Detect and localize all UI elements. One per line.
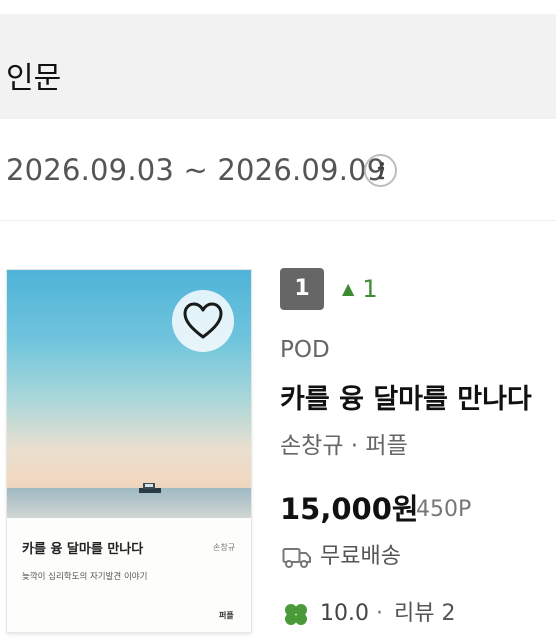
shipping-label: 무료배송 bbox=[320, 544, 401, 569]
category-header: 인문 bbox=[0, 14, 556, 119]
clover-icon bbox=[285, 604, 307, 625]
ranking-period: 2026.09.03 ~ 2026.09.09 bbox=[6, 153, 386, 187]
rank-badge: 1 bbox=[280, 268, 324, 310]
rating-separator: · bbox=[376, 601, 383, 626]
wishlist-button[interactable] bbox=[172, 290, 234, 352]
divider bbox=[0, 220, 556, 221]
cover-subtitle: 늦깍이 심리학도의 자기발견 이야기 bbox=[22, 572, 148, 582]
format-label: POD bbox=[280, 337, 330, 363]
points: 450P bbox=[416, 497, 472, 522]
arrow-up-icon: ▲ bbox=[342, 279, 355, 298]
book-title[interactable]: 카를 융 달마를 만나다 bbox=[280, 382, 532, 418]
rank-change: ▲ 1 bbox=[342, 273, 378, 305]
category-title: 인문 bbox=[6, 61, 62, 96]
cover-sea bbox=[7, 488, 251, 518]
rating-score: 10.0 bbox=[320, 601, 369, 626]
heart-icon bbox=[183, 302, 223, 339]
price: 15,000원 bbox=[280, 492, 419, 526]
cover-publisher: 퍼플 bbox=[219, 611, 234, 620]
review-count[interactable]: 리뷰 2 bbox=[394, 598, 455, 630]
info-icon[interactable] bbox=[364, 154, 397, 187]
boat-icon bbox=[139, 483, 161, 493]
rank-change-value: 1 bbox=[362, 275, 378, 303]
cover-title: 카를 융 달마를 만나다 bbox=[22, 542, 144, 557]
truck-icon bbox=[282, 548, 311, 568]
cover-author: 손창규 bbox=[213, 543, 236, 552]
author-publisher[interactable]: 손창규 · 퍼플 bbox=[280, 431, 408, 461]
cover-text-area: 카를 융 달마를 만나다 손창규 늦깍이 심리학도의 자기발견 이야기 퍼플 bbox=[7, 518, 251, 632]
